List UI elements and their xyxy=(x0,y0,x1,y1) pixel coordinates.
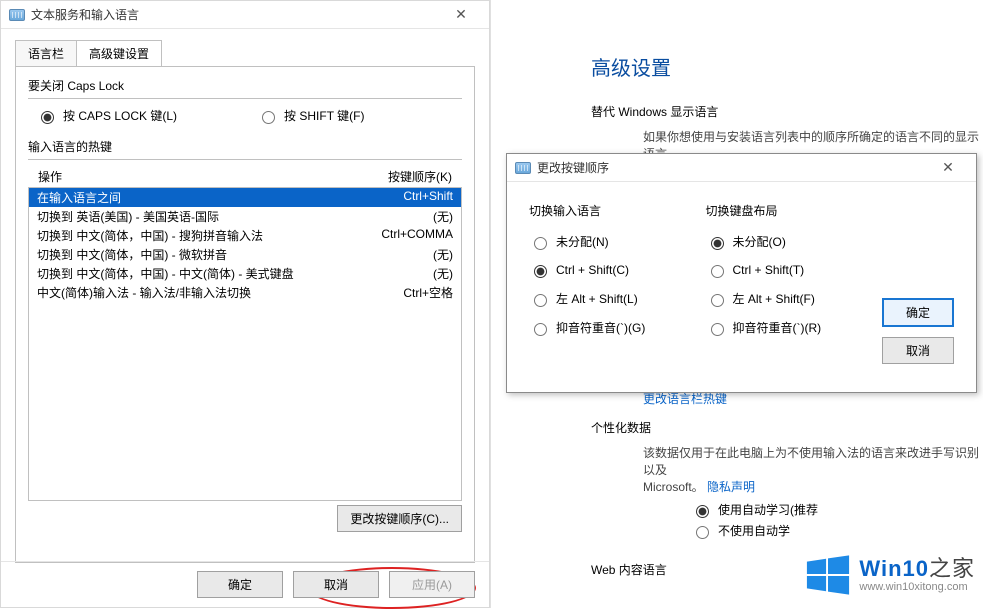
section-personal-title: 个性化数据 xyxy=(591,419,983,436)
watermark-url: www.win10xitong.com xyxy=(859,581,975,593)
auto-learn-on[interactable]: 使用自动学习(推荐 xyxy=(691,499,983,520)
tab-language-bar[interactable]: 语言栏 xyxy=(15,40,77,67)
tab-panel: 要关闭 Caps Lock 按 CAPS LOCK 键(L) 按 SHIFT 键… xyxy=(15,66,475,563)
change-langbar-hotkey-link[interactable]: 更改语言栏热键 xyxy=(643,392,727,406)
input-lang-ctrlshift[interactable]: Ctrl + Shift(C) xyxy=(529,256,696,284)
switch-input-lang-title: 切换输入语言 xyxy=(529,202,696,219)
keyboard-icon xyxy=(515,162,531,174)
dialog1-button-bar: 确定 取消 应用(A) xyxy=(1,561,489,607)
apply-button[interactable]: 应用(A) xyxy=(389,571,475,598)
tab-advanced-key[interactable]: 高级键设置 xyxy=(76,40,162,67)
list-item[interactable]: 中文(简体)输入法 - 输入法/非输入法切换Ctrl+空格 xyxy=(29,283,461,302)
list-item[interactable]: 切换到 中文(简体，中国) - 微软拼音(无) xyxy=(29,245,461,264)
capslock-opt-capslock[interactable]: 按 CAPS LOCK 键(L) xyxy=(36,107,177,124)
change-key-sequence-dialog: 更改按键顺序 ✕ 切换输入语言 未分配(N) Ctrl + Shift(C) 左… xyxy=(506,153,977,393)
settings-heading: 高级设置 xyxy=(591,52,983,81)
kb-layout-ctrlshift[interactable]: Ctrl + Shift(T) xyxy=(706,256,873,284)
capslock-opt-shift[interactable]: 按 SHIFT 键(F) xyxy=(257,107,364,124)
kb-layout-altshift[interactable]: 左 Alt + Shift(F) xyxy=(706,284,873,313)
capslock-group-label: 要关闭 Caps Lock xyxy=(28,77,462,94)
kb-layout-none[interactable]: 未分配(O) xyxy=(706,227,873,256)
privacy-link[interactable]: 隐私声明 xyxy=(707,480,755,494)
dialog1-title: 文本服务和输入语言 xyxy=(31,6,139,23)
input-lang-none[interactable]: 未分配(N) xyxy=(529,227,696,256)
col-seq: 按键顺序(K) xyxy=(388,168,452,185)
list-item[interactable]: 切换到 中文(简体，中国) - 中文(简体) - 美式键盘(无) xyxy=(29,264,461,283)
section-override-title: 替代 Windows 显示语言 xyxy=(591,103,983,120)
change-key-sequence-button[interactable]: 更改按键顺序(C)... xyxy=(337,505,462,532)
tabstrip: 语言栏 高级键设置 xyxy=(1,29,489,66)
list-item[interactable]: 切换到 中文(简体，中国) - 搜狗拼音输入法Ctrl+COMMA xyxy=(29,226,461,245)
input-lang-altshift[interactable]: 左 Alt + Shift(L) xyxy=(529,284,696,313)
text-services-dialog: 文本服务和输入语言 ✕ 语言栏 高级键设置 要关闭 Caps Lock 按 CA… xyxy=(0,0,490,608)
switch-kb-layout-title: 切换键盘布局 xyxy=(706,202,873,219)
dialog1-titlebar: 文本服务和输入语言 ✕ xyxy=(1,1,489,29)
list-item[interactable]: 在输入语言之间Ctrl+Shift xyxy=(29,188,461,207)
cancel-button[interactable]: 取消 xyxy=(293,571,379,598)
kb-layout-grave[interactable]: 抑音符重音(`)(R) xyxy=(706,313,873,342)
auto-learn-off[interactable]: 不使用自动学 xyxy=(691,520,983,541)
watermark: Win10之家 www.win10xitong.com xyxy=(805,552,975,598)
input-lang-grave[interactable]: 抑音符重音(`)(G) xyxy=(529,313,696,342)
switch-kb-layout-group: 切换键盘布局 未分配(O) Ctrl + Shift(T) 左 Alt + Sh… xyxy=(706,202,873,364)
windows-logo-icon xyxy=(805,552,851,598)
dialog2-close-button[interactable]: ✕ xyxy=(928,156,968,180)
ok-button[interactable]: 确定 xyxy=(197,571,283,598)
keyboard-icon xyxy=(9,9,25,21)
dialog2-title: 更改按键顺序 xyxy=(537,159,609,176)
list-item[interactable]: 切换到 英语(美国) - 美国英语-国际(无) xyxy=(29,207,461,226)
dialog2-cancel-button[interactable]: 取消 xyxy=(882,337,954,364)
section-personal-text: 该数据仅用于在此电脑上为不使用输入法的语言来改进手写识别以及 Microsoft… xyxy=(591,444,983,495)
dialog2-ok-button[interactable]: 确定 xyxy=(882,298,954,327)
col-action: 操作 xyxy=(38,168,62,185)
dialog2-titlebar: 更改按键顺序 ✕ xyxy=(507,154,976,182)
switch-input-lang-group: 切换输入语言 未分配(N) Ctrl + Shift(C) 左 Alt + Sh… xyxy=(529,202,696,364)
watermark-brand: Win10之家 xyxy=(859,557,975,581)
hotkeys-group-label: 输入语言的热键 xyxy=(28,138,462,155)
hotkey-list[interactable]: 在输入语言之间Ctrl+Shift 切换到 英语(美国) - 美国英语-国际(无… xyxy=(28,187,462,501)
dialog1-close-button[interactable]: ✕ xyxy=(441,3,481,27)
